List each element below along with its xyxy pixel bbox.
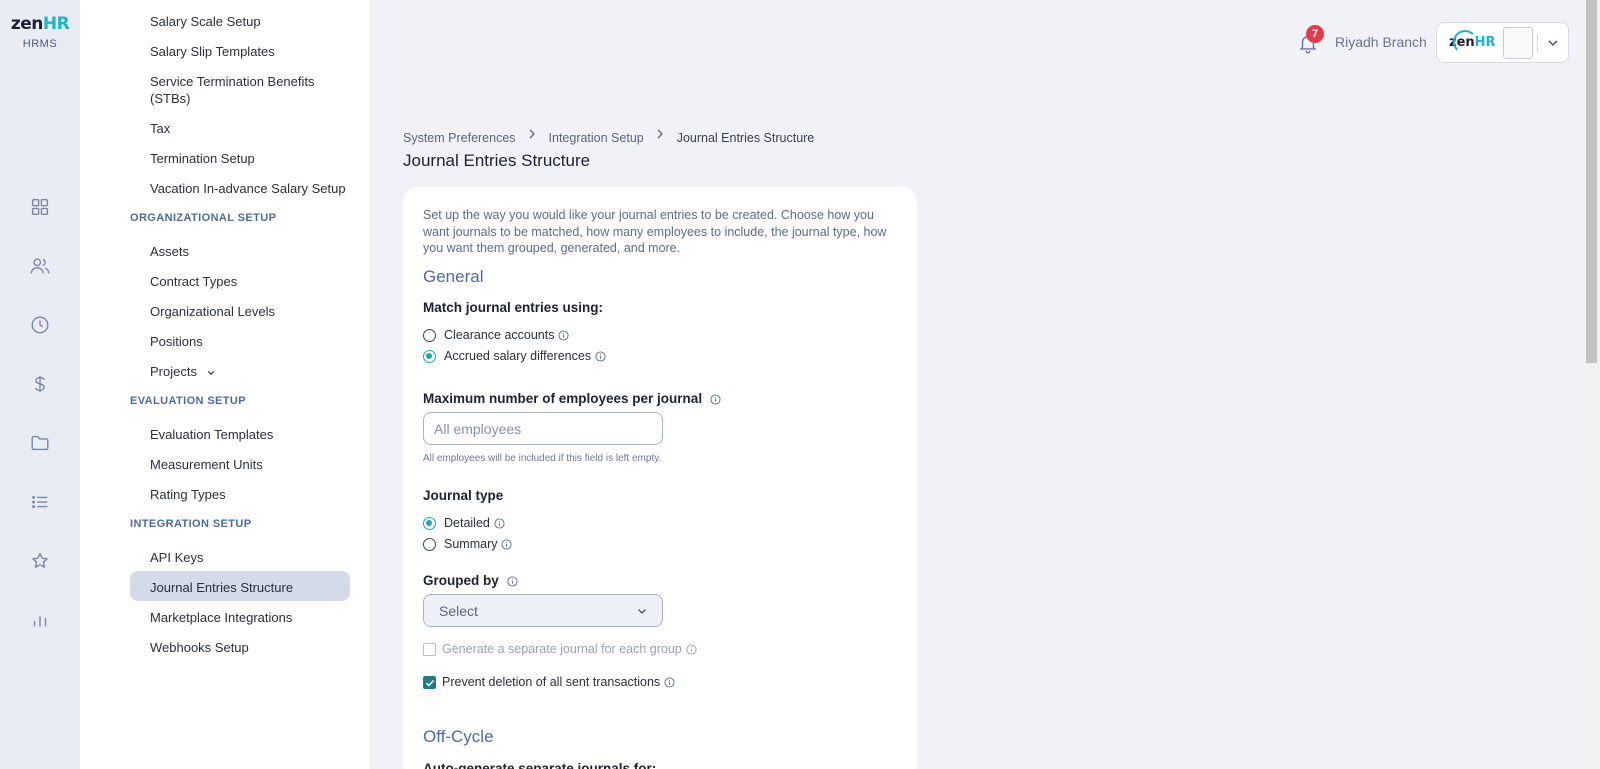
chevron-down-icon: [207, 370, 214, 375]
prevent-deletion-checkbox[interactable]: [423, 676, 436, 690]
page-scrollbar[interactable]: [1583, 0, 1600, 769]
breadcrumb-current: Journal Entries Structure: [676, 130, 815, 145]
sidebar-item-positions[interactable]: Positions: [150, 333, 203, 350]
breadcrumb: System Preferences Integration Setup Jou…: [403, 127, 814, 145]
branch-name[interactable]: Riyadh Branch: [1335, 34, 1427, 50]
radio-button[interactable]: [423, 538, 436, 552]
scrollbar-thumb[interactable]: [1586, 0, 1597, 363]
max-employees-hint: All employees will be included if this f…: [423, 453, 662, 464]
info-icon[interactable]: [664, 677, 675, 688]
page-title: Journal Entries Structure: [403, 151, 591, 170]
journal-type-label: Journal type: [423, 488, 504, 503]
sidebar-item-projects[interactable]: Projects: [150, 363, 215, 380]
section-heading-evaluation: EVALUATION SETUP: [130, 395, 246, 407]
info-icon[interactable]: [501, 539, 513, 550]
separate-journal-option[interactable]: Generate a separate journal for each gro…: [423, 642, 697, 658]
radio-detailed[interactable]: Detailed: [423, 516, 505, 532]
people-icon[interactable]: [29, 255, 51, 277]
sidebar-item-vacation-in-advance[interactable]: Vacation In-advance Salary Setup: [150, 180, 346, 197]
chevron-right-icon: [529, 129, 535, 139]
radio-accrued-salary-differences[interactable]: Accrued salary differences: [423, 349, 606, 365]
max-employees-label: Maximum number of employees per journal: [423, 391, 721, 406]
sidebar-item-api-keys[interactable]: API Keys: [150, 549, 203, 566]
sidebar-item-termination-setup[interactable]: Termination Setup: [150, 150, 255, 167]
dashboard-icon[interactable]: [29, 196, 51, 218]
sidebar-item-projects-label: Projects: [150, 364, 197, 379]
sidebar-item-organizational-levels[interactable]: Organizational Levels: [150, 303, 275, 320]
info-icon[interactable]: [686, 644, 697, 655]
max-employees-input[interactable]: [423, 412, 663, 445]
breadcrumb-system-preferences[interactable]: System Preferences: [403, 131, 516, 145]
max-employees-label-text: Maximum number of employees per journal: [423, 391, 703, 406]
sidebar-item-salary-scale-setup[interactable]: Salary Scale Setup: [150, 13, 261, 30]
info-icon[interactable]: [595, 351, 606, 362]
info-icon[interactable]: [494, 518, 505, 529]
offcycle-heading: Off-Cycle: [423, 727, 494, 746]
grouped-by-value: Select: [439, 603, 478, 619]
sidebar-item-journal-entries-structure[interactable]: Journal Entries Structure: [150, 579, 293, 596]
radio-label: Clearance accounts: [444, 328, 555, 342]
sidebar-item-tax[interactable]: Tax: [150, 120, 170, 137]
radio-button[interactable]: [423, 329, 436, 343]
checkbox-label: Generate a separate journal for each gro…: [442, 642, 682, 656]
zenhr-logo[interactable]: zenHR HRMS: [0, 14, 80, 50]
prevent-deletion-option[interactable]: Prevent deletion of all sent transaction…: [423, 675, 675, 691]
info-icon[interactable]: [710, 394, 721, 405]
radio-label: Summary: [444, 537, 498, 551]
logo-hr-text: HR: [42, 14, 70, 34]
grouped-by-label: Grouped by: [423, 573, 518, 588]
left-rail: zenHR HRMS: [0, 0, 80, 769]
chevron-right-icon: [657, 129, 664, 139]
sidebar-item-assets[interactable]: Assets: [150, 243, 189, 260]
intro-text: Set up the way you would like your journ…: [423, 208, 887, 255]
radio-label: Accrued salary differences: [444, 349, 592, 363]
chevron-down-icon: [638, 609, 646, 614]
journal-settings-card: Set up the way you would like your journ…: [403, 187, 917, 769]
grouped-by-select[interactable]: Select: [423, 594, 663, 627]
radio-summary[interactable]: Summary: [423, 537, 513, 553]
info-icon[interactable]: [507, 576, 518, 587]
sidebar-item-salary-slip-templates[interactable]: Salary Slip Templates: [150, 43, 275, 60]
radio-button-selected[interactable]: [423, 517, 436, 531]
clock-icon[interactable]: [29, 314, 51, 336]
logo-zen-text: zen: [10, 14, 44, 34]
checkbox-label: Prevent deletion of all sent transaction…: [442, 675, 661, 689]
star-icon[interactable]: [29, 550, 51, 572]
list-icon[interactable]: [29, 491, 51, 513]
sidebar-item-marketplace-integrations[interactable]: Marketplace Integrations: [150, 609, 292, 626]
chevron-down-icon[interactable]: [1545, 35, 1561, 51]
sidebar-item-contract-types[interactable]: Contract Types: [150, 273, 237, 290]
sidebar-item-stbs[interactable]: Service Termination Benefits (STBs): [150, 73, 330, 107]
company-logo: zenHR: [1449, 30, 1496, 54]
company-logo-hr: HR: [1474, 35, 1496, 50]
notification-count-badge[interactable]: 7: [1306, 25, 1324, 43]
separate-journal-checkbox[interactable]: [423, 643, 436, 657]
dollar-icon[interactable]: [29, 373, 51, 395]
info-icon[interactable]: [558, 330, 570, 341]
settings-sidebar: Salary Scale Setup Salary Slip Templates…: [80, 0, 370, 769]
radio-button-selected[interactable]: [423, 350, 436, 364]
sidebar-item-measurement-units[interactable]: Measurement Units: [150, 456, 263, 473]
sidebar-item-evaluation-templates[interactable]: Evaluation Templates: [150, 426, 273, 443]
divider: [1537, 34, 1538, 52]
bar-chart-icon[interactable]: [29, 609, 51, 631]
folder-icon[interactable]: [29, 432, 51, 454]
general-heading: General: [423, 267, 484, 286]
avatar: [1503, 27, 1533, 59]
radio-clearance-accounts[interactable]: Clearance accounts: [423, 328, 570, 344]
radio-label: Detailed: [444, 516, 490, 530]
breadcrumb-integration-setup[interactable]: Integration Setup: [549, 131, 644, 145]
grouped-by-label-text: Grouped by: [423, 573, 499, 588]
sidebar-item-rating-types[interactable]: Rating Types: [150, 486, 226, 503]
match-label: Match journal entries using:: [423, 300, 604, 315]
product-name: HRMS: [22, 38, 58, 50]
company-switcher[interactable]: zenHR: [1436, 22, 1569, 63]
section-heading-organizational: ORGANIZATIONAL SETUP: [130, 212, 277, 224]
auto-generate-label: Auto-generate separate journals for:: [423, 761, 657, 769]
sidebar-item-webhooks-setup[interactable]: Webhooks Setup: [150, 639, 249, 656]
section-heading-integration: INTEGRATION SETUP: [130, 518, 252, 530]
